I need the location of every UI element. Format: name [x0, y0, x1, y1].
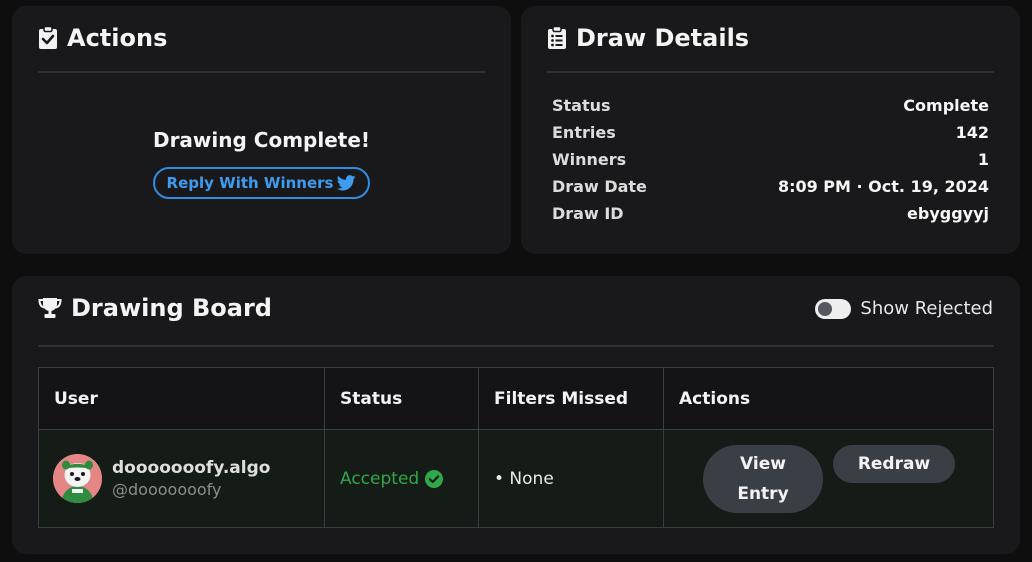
drawing-board-title: Drawing Board	[71, 294, 272, 322]
actions-divider	[38, 71, 485, 73]
board-divider	[38, 345, 994, 347]
column-header-user: User	[38, 367, 325, 430]
filters-missed-text: • None	[494, 468, 554, 489]
user-handle: @dooooooofy	[112, 480, 222, 499]
detail-label: Draw ID	[552, 204, 624, 223]
view-label-line1: View	[740, 454, 786, 474]
toggle-knob	[818, 301, 833, 316]
actions-card: Actions Drawing Complete! Reply With Win…	[12, 6, 511, 254]
clipboard-list-icon	[547, 26, 567, 50]
check-circle-icon	[425, 469, 444, 488]
detail-row-draw-id: Draw ID ebyggyyj	[552, 204, 989, 231]
actions-header: Actions	[38, 24, 485, 52]
show-rejected-label: Show Rejected	[860, 298, 993, 319]
details-list: Status Complete Entries 142 Winners 1 Dr…	[552, 96, 989, 231]
view-label-line2: Entry	[737, 484, 789, 504]
show-rejected-toggle-group: Show Rejected	[815, 298, 993, 319]
show-rejected-toggle[interactable]	[815, 298, 852, 319]
column-header-status: Status	[324, 367, 479, 430]
detail-value: 1	[977, 150, 989, 169]
view-entry-button[interactable]: View Entry	[703, 445, 823, 513]
column-header-actions: Actions	[663, 367, 994, 430]
detail-value: 8:09 PM · Oct. 19, 2024	[777, 177, 989, 196]
detail-label: Entries	[552, 123, 616, 142]
status-cell: Accepted	[324, 429, 479, 528]
trophy-icon	[38, 297, 62, 319]
filters-missed-cell: • None	[478, 429, 664, 528]
table-row: dooooooofy.algo @dooooooofy Accepted • N…	[38, 429, 994, 528]
draw-details-header: Draw Details	[547, 24, 994, 52]
table-header-row: User Status Filters Missed Actions	[38, 367, 994, 430]
drawing-complete-message: Drawing Complete!	[152, 128, 371, 152]
detail-label: Status	[552, 96, 611, 115]
status-text: Accepted	[340, 468, 420, 489]
detail-row-winners: Winners 1	[552, 150, 989, 177]
draw-details-title: Draw Details	[576, 24, 750, 52]
detail-label: Winners	[552, 150, 627, 169]
column-header-filters-missed: Filters Missed	[478, 367, 664, 430]
clipboard-check-icon	[38, 26, 58, 50]
detail-label: Draw Date	[552, 177, 647, 196]
reply-button-label: Reply With Winners	[166, 174, 334, 192]
redraw-button[interactable]: Redraw	[833, 445, 955, 483]
twitter-icon	[337, 175, 357, 191]
user-cell: dooooooofy.algo @dooooooofy	[38, 429, 325, 528]
avatar[interactable]	[53, 454, 102, 503]
detail-value: ebyggyyj	[907, 204, 989, 223]
detail-row-status: Status Complete	[552, 96, 989, 123]
detail-row-entries: Entries 142	[552, 123, 989, 150]
actions-title: Actions	[67, 24, 168, 52]
drawing-board-card: Drawing Board Show Rejected User Status …	[12, 276, 1020, 554]
drawing-board-table: User Status Filters Missed Actions doooo…	[38, 367, 994, 528]
user-name[interactable]: dooooooofy.algo	[112, 458, 270, 478]
draw-details-card: Draw Details Status Complete Entries 142…	[521, 6, 1020, 254]
detail-value: 142	[955, 123, 989, 142]
actions-cell: View Entry Redraw	[663, 429, 994, 528]
detail-row-draw-date: Draw Date 8:09 PM · Oct. 19, 2024	[552, 177, 989, 204]
details-divider	[547, 71, 994, 73]
detail-value: Complete	[903, 96, 989, 115]
reply-with-winners-button[interactable]: Reply With Winners	[153, 167, 370, 199]
